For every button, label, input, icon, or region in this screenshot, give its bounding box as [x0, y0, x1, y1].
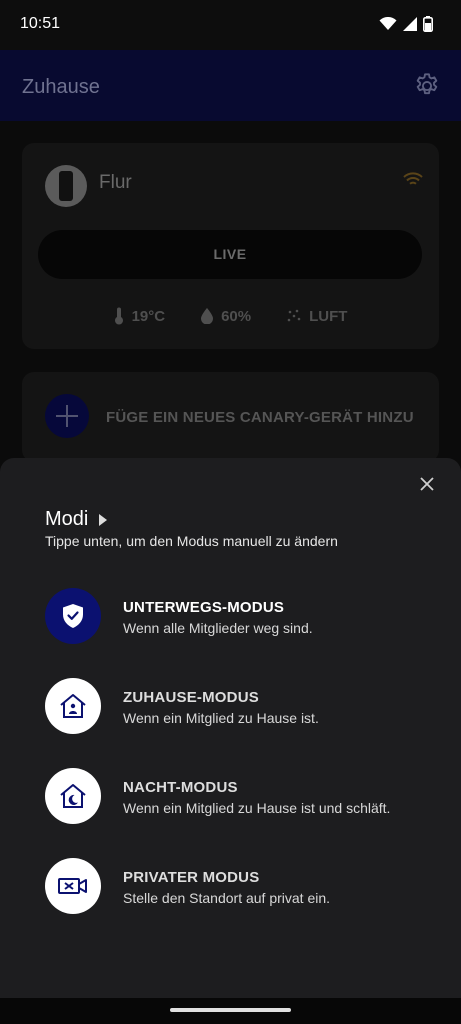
- thermometer-icon: [114, 307, 123, 325]
- close-icon[interactable]: [419, 476, 435, 492]
- humidity-stat: 60%: [201, 307, 251, 325]
- sheet-title: Modi: [45, 508, 89, 530]
- wifi-icon: [379, 17, 397, 30]
- mode-icon-circle: [45, 678, 101, 734]
- add-device-card[interactable]: FÜGE EIN NEUES CANARY-GERÄT HINZU: [22, 372, 439, 462]
- screen: 10:51 Zuhause Flur LIVE 19°C 60% LUFT FÜ…: [0, 0, 461, 1024]
- wifi-signal-icon: [403, 172, 423, 185]
- mode-private[interactable]: PRIVATER MODUS Stelle den Standort auf p…: [45, 858, 445, 914]
- shield-check-icon: [63, 604, 83, 628]
- air-stat: LUFT: [287, 307, 347, 325]
- mode-night[interactable]: NACHT-MODUS Wenn ein Mitglied zu Hause i…: [45, 768, 445, 824]
- mode-icon-circle: [45, 768, 101, 824]
- mode-title: NACHT-MODUS: [123, 779, 238, 796]
- mode-icon-circle: [45, 588, 101, 644]
- device-name: Flur: [99, 172, 132, 193]
- live-button[interactable]: LIVE: [38, 230, 422, 279]
- home-person-icon: [60, 694, 86, 718]
- modes-sheet: Modi Tippe unten, um den Modus manuell z…: [0, 458, 461, 998]
- plus-icon: [45, 394, 89, 438]
- home-moon-icon: [60, 784, 86, 808]
- gear-icon[interactable]: [413, 72, 441, 100]
- home-gesture-handle[interactable]: [170, 1008, 291, 1012]
- air-quality-icon: [287, 309, 301, 322]
- battery-icon: [423, 16, 433, 32]
- mode-home[interactable]: ZUHAUSE-MODUS Wenn ein Mitglied zu Hause…: [45, 678, 445, 734]
- status-time: 10:51: [20, 15, 61, 32]
- status-icons: [379, 16, 433, 32]
- mode-title: ZUHAUSE-MODUS: [123, 689, 259, 706]
- mode-description: Wenn ein Mitglied zu Hause ist.: [123, 710, 319, 726]
- sheet-subtitle: Tippe unten, um den Modus manuell zu änd…: [45, 533, 338, 549]
- play-arrow-icon: [99, 513, 108, 526]
- mode-title: PRIVATER MODUS: [123, 869, 260, 886]
- temperature-value: 19°C: [131, 307, 166, 325]
- device-stats: 19°C 60% LUFT: [22, 307, 439, 325]
- mode-title: UNTERWEGS-MODUS: [123, 599, 285, 616]
- camera-off-icon: [58, 878, 87, 894]
- signal-icon: [403, 17, 417, 31]
- humidity-value: 60%: [221, 307, 252, 325]
- add-device-label: FÜGE EIN NEUES CANARY-GERÄT HINZU: [106, 409, 414, 426]
- droplet-icon: [201, 308, 214, 324]
- device-card[interactable]: Flur LIVE 19°C 60% LUFT: [22, 143, 439, 349]
- device-avatar: [45, 165, 87, 207]
- mode-description: Stelle den Standort auf privat ein.: [123, 890, 331, 906]
- sheet-heading[interactable]: Modi: [45, 508, 108, 531]
- mode-description: Wenn alle Mitglieder weg sind.: [123, 620, 313, 636]
- temperature-stat: 19°C: [114, 307, 166, 325]
- status-bar: 10:51: [0, 0, 461, 50]
- app-bar: Zuhause: [0, 50, 461, 121]
- mode-icon-circle: [45, 858, 101, 914]
- page-title: Zuhause: [22, 76, 100, 98]
- camera-device-icon: [59, 171, 73, 201]
- mode-away[interactable]: UNTERWEGS-MODUS Wenn alle Mitglieder weg…: [45, 588, 445, 644]
- mode-description: Wenn ein Mitglied zu Hause ist und schlä…: [123, 800, 391, 816]
- air-value: LUFT: [309, 307, 348, 325]
- navigation-bar: [0, 998, 461, 1024]
